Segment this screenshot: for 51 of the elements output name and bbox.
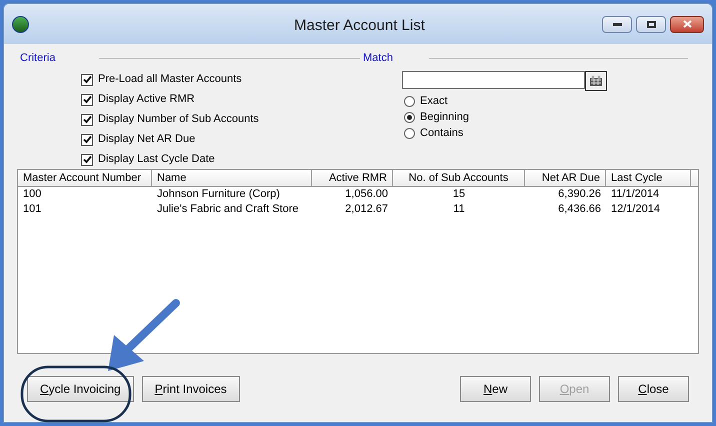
column-header[interactable]: Master Account Number [18, 170, 152, 186]
radio-label: Exact [420, 94, 448, 110]
checkbox[interactable] [81, 74, 93, 86]
table-cell-text: 6,390.26 [557, 187, 602, 202]
lookup-button[interactable] [585, 70, 607, 90]
minimize-button[interactable] [602, 16, 632, 32]
close-icon [682, 20, 692, 28]
table-cell-text: 12/1/2014 [610, 202, 661, 217]
table-cell-text: Julie's Fabric and Craft Store [156, 202, 300, 217]
column-header[interactable]: No. of Sub Accounts [393, 170, 525, 186]
dialog-button[interactable]: Close [618, 376, 689, 402]
table-cell-text: 100 [22, 187, 42, 202]
checkbox[interactable] [81, 114, 93, 126]
match-field[interactable] [402, 70, 585, 88]
grid-icon [589, 74, 603, 86]
radio-button[interactable] [404, 128, 415, 139]
radio-button[interactable] [404, 96, 415, 107]
radio-label: Contains [420, 126, 464, 142]
checkbox-label: Pre-Load all Master Accounts [98, 72, 242, 88]
table-cell-text: 6,436.66 [557, 202, 602, 217]
table-cell-text: 11/1/2014 [610, 187, 660, 202]
table-cell-text: 15 [452, 187, 466, 202]
table-cell-text: 1,056.00 [344, 187, 389, 202]
action-button[interactable]: Print Invoices [142, 376, 240, 402]
table-cell-text: 2,012.67 [344, 202, 389, 217]
app-logo-icon [12, 16, 29, 32]
window-title: Master Account List [294, 16, 425, 36]
table-cell-text: 101 [22, 202, 42, 217]
checkbox[interactable] [81, 154, 93, 166]
radio-label: Beginning [420, 110, 469, 126]
checkbox-label: Display Number of Sub Accounts [98, 112, 259, 128]
table-cell-text: Johnson Furniture (Corp) [156, 187, 281, 202]
column-header[interactable]: Name [152, 170, 312, 186]
maximize-button[interactable] [636, 16, 666, 32]
close-button[interactable] [670, 16, 704, 32]
column-header[interactable]: Net AR Due [525, 170, 606, 186]
radio-button[interactable] [404, 112, 415, 123]
checkbox[interactable] [81, 94, 93, 106]
checkbox-label: Display Active RMR [98, 92, 195, 108]
table-row[interactable]: 100 Johnson Furniture (Corp) 1,056.00 15 6,390.26 11/1/2014 [18, 187, 698, 202]
action-button[interactable]: Cycle Invoicing [27, 376, 134, 402]
column-header[interactable]: Active RMR [312, 170, 393, 186]
checkbox-label: Display Net AR Due [98, 132, 196, 148]
column-header[interactable]: Last Cycle [606, 170, 691, 186]
section-title: Criteria [20, 51, 56, 66]
table-row[interactable]: 101 Julie's Fabric and Craft Store 2,012.67 11 6,436.66 12/1/2014 [18, 202, 698, 217]
checkbox[interactable] [81, 134, 93, 146]
dialog-button[interactable]: New [460, 376, 531, 402]
section-title: Match [363, 51, 393, 66]
checkbox-label: Display Last Cycle Date [98, 152, 215, 168]
table-cell-text: 11 [452, 202, 466, 217]
